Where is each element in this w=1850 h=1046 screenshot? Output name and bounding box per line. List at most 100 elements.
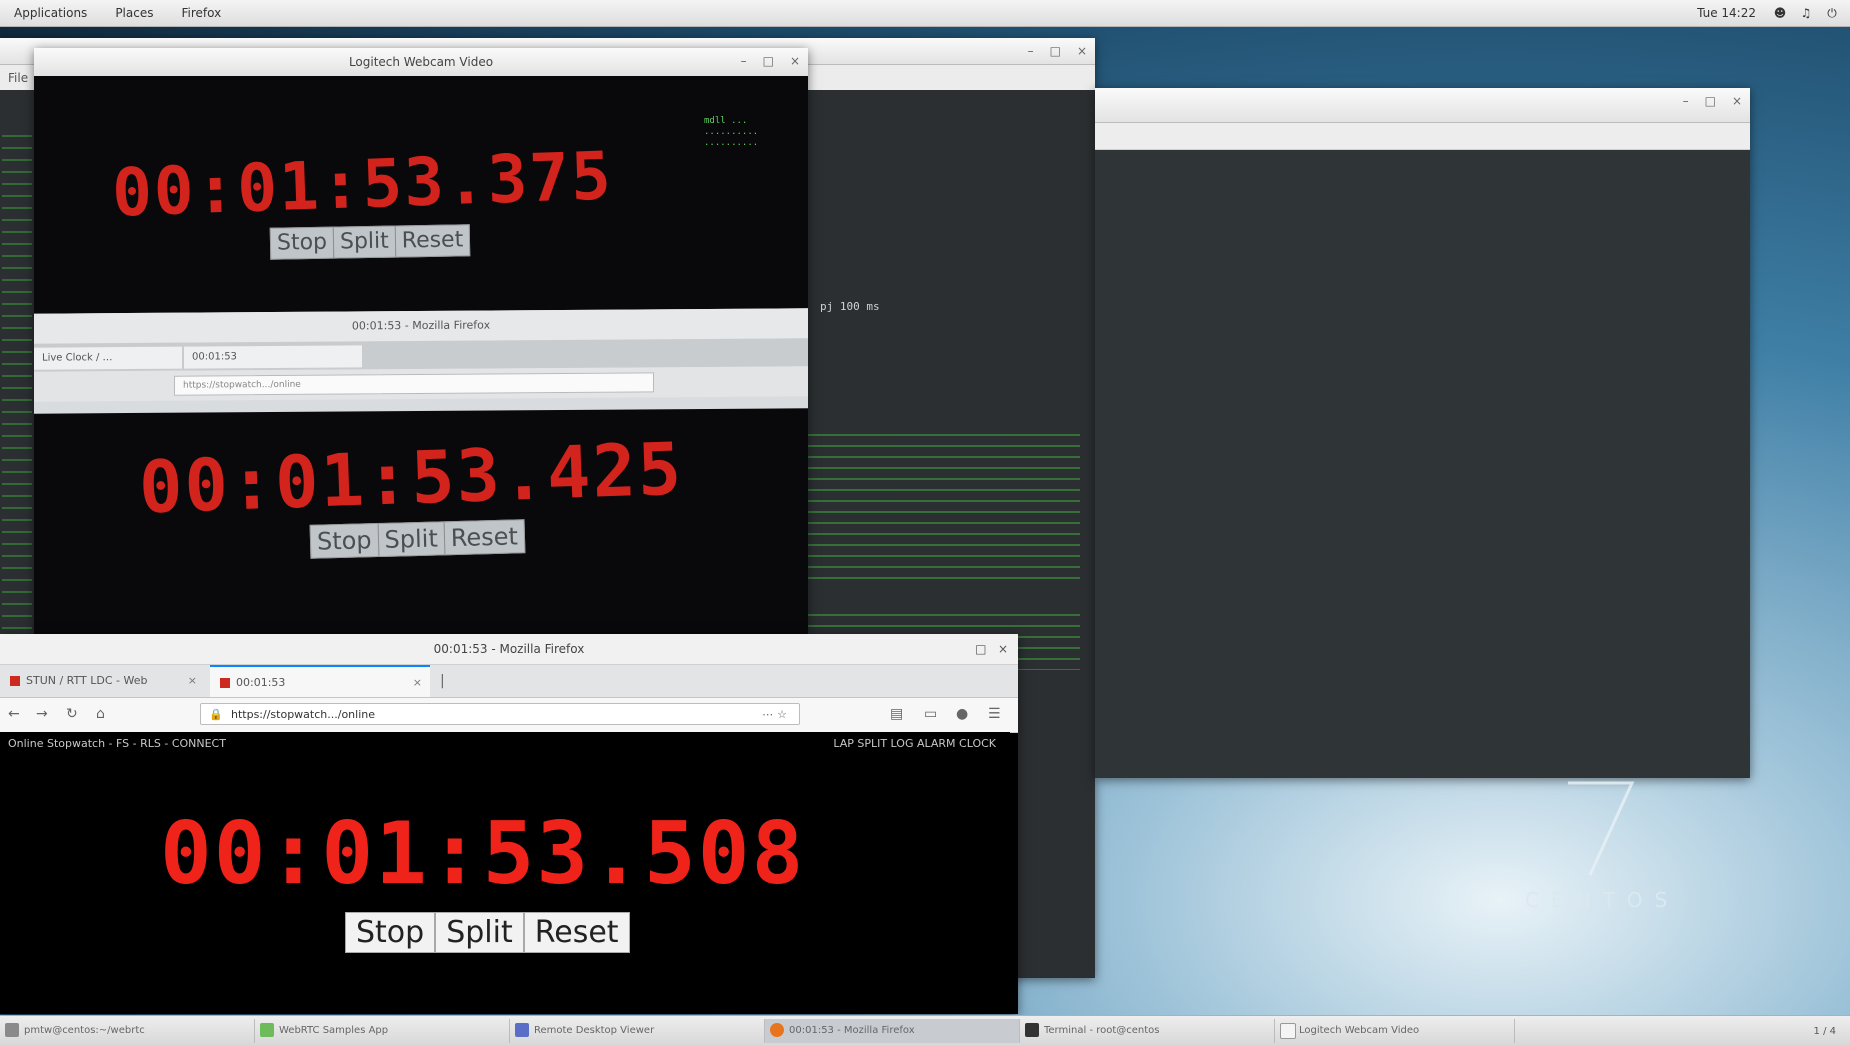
minimize-icon[interactable]: –	[1028, 44, 1034, 58]
url-bar[interactable]: 🔒 https://stopwatch.../online ⋯☆	[200, 703, 800, 725]
stopwatch-topnav-left[interactable]: Online Stopwatch - FS - RLS - CONNECT	[8, 732, 226, 756]
workspace-indicator[interactable]: 1 / 4	[1814, 1026, 1850, 1037]
camera-reset-label: Reset	[401, 227, 464, 254]
close-tab-icon[interactable]: ×	[413, 667, 422, 699]
reset-button[interactable]: Reset	[523, 912, 630, 953]
places-menu[interactable]: Places	[101, 6, 167, 20]
back-icon[interactable]: ←	[8, 706, 20, 722]
maximize-icon[interactable]: □	[975, 642, 986, 656]
blank-window-toolbar	[1095, 123, 1750, 150]
stopwatch-topnav: Online Stopwatch - FS - RLS - CONNECT LA…	[0, 732, 1010, 756]
close-icon[interactable]: ×	[1077, 44, 1087, 58]
webcam-icon	[1280, 1023, 1296, 1039]
app-icon	[260, 1023, 274, 1037]
close-icon[interactable]: ×	[1732, 94, 1742, 108]
firefox-menu[interactable]: Firefox	[167, 6, 235, 20]
top-panel: Applications Places Firefox Tue 14:22 ☻ …	[0, 0, 1850, 27]
forward-icon[interactable]: →	[36, 706, 48, 722]
firefox-titlebar[interactable]: 00:01:53 - Mozilla Firefox □ ×	[0, 634, 1018, 665]
taskbar-item-terminal-root[interactable]: Terminal - root@centos	[1020, 1019, 1275, 1043]
close-icon[interactable]: ×	[790, 54, 800, 68]
taskbar-item-remote-desktop[interactable]: Remote Desktop Viewer	[510, 1019, 765, 1043]
taskbar-item-firefox[interactable]: 00:01:53 - Mozilla Firefox	[765, 1019, 1020, 1043]
camera-split-label: Split	[378, 522, 446, 557]
user-icon[interactable]: ☻	[1772, 6, 1788, 20]
camera-feed: 00:01:53.375 Stop Split Reset mdll ... .…	[34, 76, 808, 636]
home-icon[interactable]: ⌂	[96, 706, 105, 722]
minimize-icon[interactable]: –	[741, 54, 747, 68]
maximize-icon[interactable]: □	[763, 54, 774, 68]
camera-window-titlebar[interactable]: Logitech Webcam Video – □ ×	[34, 48, 808, 77]
stopwatch-clock: 00:01:53.508	[160, 804, 806, 904]
taskbar: pmtw@centos:~/webrtc WebRTC Samples App …	[0, 1015, 1850, 1046]
terminal-output-block	[800, 430, 1080, 580]
extension-icon[interactable]: ●	[956, 706, 968, 722]
blank-app-window[interactable]: – □ ×	[1095, 88, 1750, 778]
firefox-tab-1[interactable]: STUN / RTT LDC - Web ×	[0, 665, 205, 697]
terminal-file-menu[interactable]: File	[8, 71, 28, 85]
camera-stop-label: Stop	[310, 524, 379, 558]
camera-reset-label: Reset	[450, 522, 519, 553]
camera-mid-buttons: Stop Split Reset	[309, 519, 526, 559]
taskbar-item-webrtc[interactable]: WebRTC Samples App	[255, 1019, 510, 1043]
taskbar-item-label: Remote Desktop Viewer	[534, 1025, 655, 1036]
camera-top-clock: 00:01:53.375	[110, 137, 615, 232]
tab-favicon-icon	[10, 676, 20, 686]
close-tab-icon[interactable]: ×	[188, 665, 197, 697]
firefox-tabbar: STUN / RTT LDC - Web × 00:01:53 × |	[0, 665, 1018, 698]
taskbar-item-label: WebRTC Samples App	[279, 1025, 389, 1036]
volume-icon[interactable]: ♫	[1798, 6, 1814, 20]
split-button[interactable]: Split	[435, 912, 524, 953]
blank-window-controls[interactable]: – □ ×	[1683, 88, 1742, 114]
firefox-window-title: 00:01:53 - Mozilla Firefox	[433, 642, 585, 656]
photo-tab-2: 00:01:53	[184, 345, 362, 369]
firefox-tab-1-label: STUN / RTT LDC - Web	[26, 674, 148, 687]
taskbar-item-terminal-webrtc[interactable]: pmtw@centos:~/webrtc	[0, 1019, 255, 1043]
terminal-output-block	[2, 130, 32, 690]
tab-favicon-icon	[220, 678, 230, 688]
camera-window-controls[interactable]: – □ ×	[741, 48, 800, 74]
stopwatch-controls: Stop Split Reset	[345, 912, 630, 953]
firefox-navbar: ← → ↻ ⌂ 🔒 https://stopwatch.../online ⋯☆…	[0, 698, 1018, 733]
taskbar-item-label: 00:01:53 - Mozilla Firefox	[789, 1025, 915, 1036]
camera-split-label: Split	[333, 226, 397, 258]
camera-window[interactable]: Logitech Webcam Video – □ × 00:01:53.375…	[34, 48, 808, 636]
photo-browser-navbar: https://stopwatch.../online	[34, 366, 808, 402]
new-tab-icon[interactable]: |	[440, 665, 445, 697]
maximize-icon[interactable]: □	[1050, 44, 1061, 58]
firefox-icon	[770, 1023, 784, 1037]
firefox-window-controls[interactable]: □ ×	[975, 634, 1008, 664]
firefox-tab-2[interactable]: 00:01:53 ×	[210, 665, 430, 697]
menu-icon[interactable]: ☰	[988, 706, 1001, 722]
firefox-page-content: Online Stopwatch - FS - RLS - CONNECT LA…	[0, 732, 1010, 1002]
library-icon[interactable]: ▤	[890, 706, 903, 722]
terminal-icon	[5, 1023, 19, 1037]
taskbar-item-label: Terminal - root@centos	[1044, 1025, 1160, 1036]
stopwatch-topnav-right[interactable]: LAP SPLIT LOG ALARM CLOCK	[833, 732, 996, 756]
firefox-window[interactable]: 00:01:53 - Mozilla Firefox □ × STUN / RT…	[0, 634, 1018, 1014]
terminal-icon	[1025, 1023, 1039, 1037]
centos-seven-logo	[1568, 781, 1635, 876]
panel-clock[interactable]: Tue 14:22	[1681, 6, 1772, 20]
terminal-window-controls[interactable]: – □ ×	[1028, 38, 1087, 64]
sidebar-icon[interactable]: ▭	[924, 706, 937, 722]
photo-browser-url: https://stopwatch.../online	[174, 372, 654, 396]
terminal-line: pj 100 ms	[820, 300, 880, 313]
minimize-icon[interactable]: –	[1683, 94, 1689, 108]
power-icon[interactable]: ⏻	[1824, 6, 1840, 21]
close-icon[interactable]: ×	[998, 642, 1008, 656]
page-actions-icon[interactable]: ⋯☆	[762, 704, 791, 726]
camera-green-text: mdll ... .......... ..........	[704, 116, 759, 148]
stop-button[interactable]: Stop	[345, 912, 436, 953]
applications-menu[interactable]: Applications	[0, 6, 101, 20]
maximize-icon[interactable]: □	[1705, 94, 1716, 108]
taskbar-item-label: Logitech Webcam Video	[1299, 1025, 1420, 1036]
camera-window-title: Logitech Webcam Video	[348, 55, 494, 69]
reload-icon[interactable]: ↻	[66, 706, 78, 722]
taskbar-item-webcam[interactable]: Logitech Webcam Video	[1275, 1019, 1515, 1043]
blank-window-titlebar[interactable]: – □ ×	[1095, 88, 1750, 123]
lock-icon: 🔒	[209, 708, 223, 721]
url-text: https://stopwatch.../online	[231, 708, 376, 721]
photo-tab-1: Live Clock / …	[34, 346, 182, 370]
remote-desktop-icon	[515, 1023, 529, 1037]
